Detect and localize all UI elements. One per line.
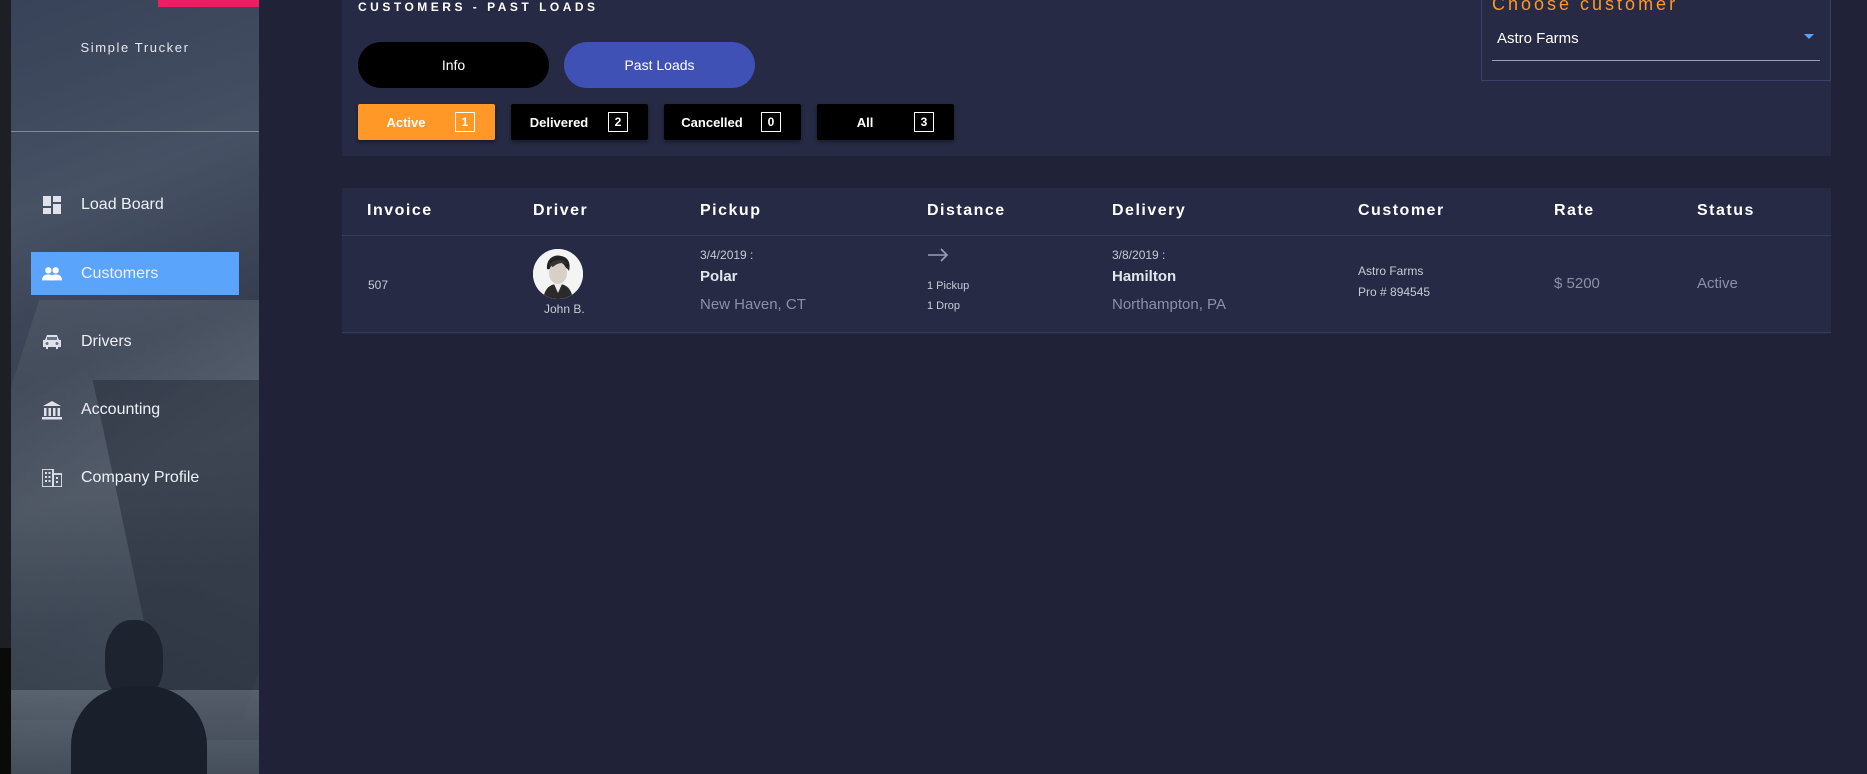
filter-active-button[interactable]: Active 1 (358, 104, 495, 140)
column-header-delivery[interactable]: Delivery (1112, 202, 1186, 220)
invoice-number: 507 (368, 278, 389, 292)
column-header-status[interactable]: Status (1697, 202, 1755, 220)
divider (11, 131, 259, 132)
filter-all-button[interactable]: All 3 (817, 104, 954, 140)
sidebar-item-label: Customers (81, 264, 159, 282)
sidebar-item-label: Load Board (81, 195, 164, 213)
column-header-pickup[interactable]: Pickup (700, 202, 761, 220)
logo-accent-bar (158, 0, 259, 7)
driver-name: John B. (544, 302, 585, 316)
filter-label: Active (386, 114, 426, 130)
tab-label: Past Loads (624, 57, 695, 73)
filter-count-badge: 2 (608, 112, 628, 132)
pickup-count: 1 Pickup (927, 280, 970, 292)
column-header-customer[interactable]: Customer (1358, 202, 1445, 220)
customer-select-value: Astro Farms (1497, 30, 1579, 47)
customer-pro-number: Pro # 894545 (1358, 285, 1431, 299)
sidebar-background-person (71, 620, 207, 774)
bank-icon (42, 400, 62, 420)
drop-count: 1 Drop (927, 300, 961, 312)
delivery-date: 3/8/2019 : (1112, 248, 1166, 262)
filter-delivered-button[interactable]: Delivered 2 (511, 104, 648, 140)
sidebar-item-company-profile[interactable]: Company Profile (31, 456, 239, 499)
sidebar-item-load-board[interactable]: Load Board (31, 183, 239, 226)
column-header-driver[interactable]: Driver (533, 202, 588, 220)
filter-label: All (856, 114, 874, 130)
customer-picker-label: Choose customer (1492, 0, 1679, 14)
page-title: CUSTOMERS - PAST LOADS (358, 0, 599, 14)
filter-count-badge: 3 (914, 112, 934, 132)
tab-past-loads[interactable]: Past Loads (564, 42, 755, 88)
tab-label: Info (441, 57, 466, 73)
customer-name: Astro Farms (1358, 264, 1424, 278)
load-status: Active (1697, 275, 1738, 292)
load-rate: $ 5200 (1554, 275, 1600, 292)
filter-label: Cancelled (681, 114, 743, 130)
sidebar-item-drivers[interactable]: Drivers (31, 320, 239, 363)
sidebar-item-customers[interactable]: Customers (31, 252, 239, 295)
dashboard-icon (42, 195, 62, 215)
delivery-address: Northampton, PA (1112, 296, 1226, 313)
column-header-distance[interactable]: Distance (927, 202, 1006, 220)
filter-label: Delivered (529, 114, 589, 130)
sidebar-item-label: Drivers (81, 332, 132, 350)
sidebar: Simple Trucker Load Board Customers Driv… (11, 0, 259, 774)
customer-select[interactable]: Astro Farms (1492, 26, 1820, 61)
chevron-down-icon (1804, 34, 1814, 39)
driver-avatar (533, 249, 583, 299)
people-icon (42, 264, 62, 284)
sidebar-item-label: Accounting (81, 400, 161, 418)
pickup-date: 3/4/2019 : (700, 248, 754, 262)
building-icon (42, 468, 62, 488)
tab-info[interactable]: Info (358, 42, 549, 88)
pickup-address: New Haven, CT (700, 296, 806, 313)
column-header-invoice[interactable]: Invoice (367, 202, 433, 220)
brand-name[interactable]: Simple Trucker (11, 40, 259, 55)
filter-count-badge: 0 (761, 112, 781, 132)
delivery-city: Hamilton (1112, 268, 1177, 285)
table-header: Invoice Driver Pickup Distance Delivery … (342, 188, 1831, 236)
loads-table: Invoice Driver Pickup Distance Delivery … (342, 188, 1831, 334)
sidebar-item-accounting[interactable]: Accounting (31, 388, 239, 431)
column-header-rate[interactable]: Rate (1554, 202, 1595, 220)
pickup-city: Polar (700, 268, 738, 285)
car-icon (42, 332, 62, 352)
filter-cancelled-button[interactable]: Cancelled 0 (664, 104, 801, 140)
left-edge-strip (0, 0, 11, 774)
sidebar-item-label: Company Profile (81, 468, 200, 486)
filter-count-badge: 1 (455, 112, 475, 132)
arrow-right-icon (927, 248, 949, 267)
table-row[interactable]: 507 John B. 3/4/2019 : Polar New Haven, … (342, 236, 1831, 333)
